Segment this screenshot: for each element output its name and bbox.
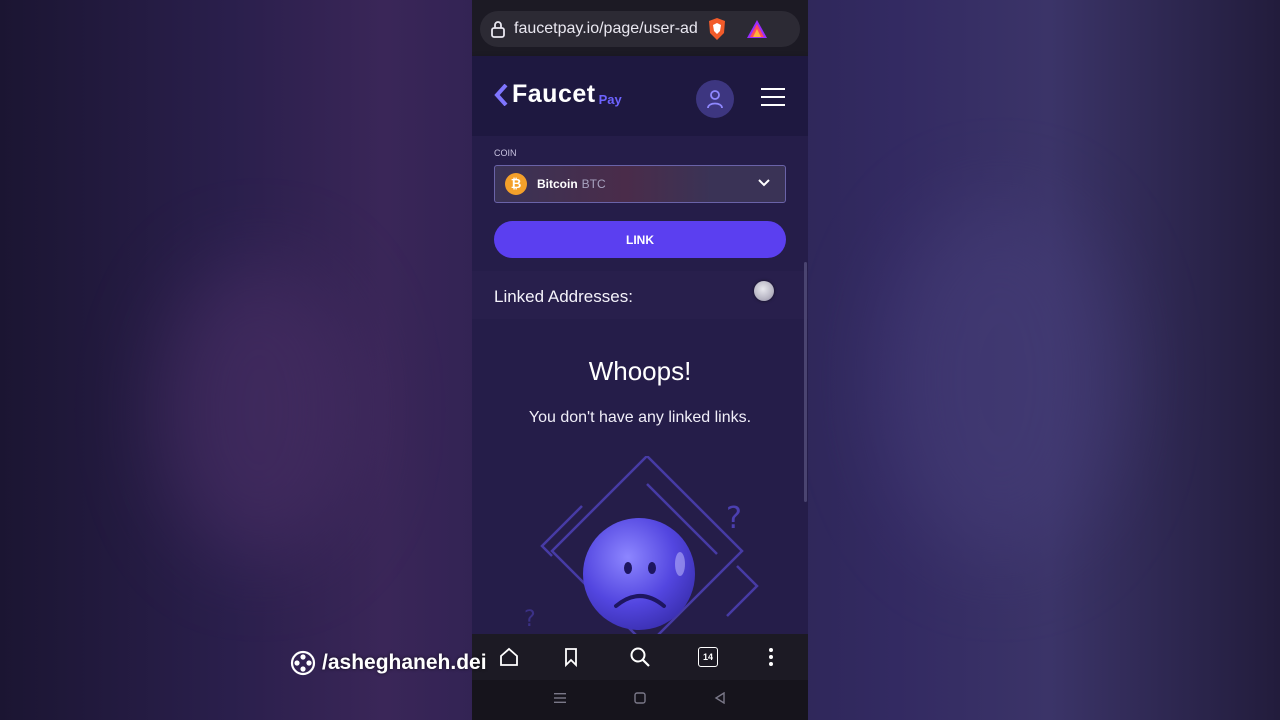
coin-name: Bitcoin bbox=[537, 177, 578, 191]
coin-label: COIN bbox=[494, 148, 517, 158]
coin-select[interactable]: ₿ Bitcoin BTC bbox=[494, 165, 786, 203]
link-button[interactable]: LINK bbox=[494, 221, 786, 258]
lock-icon bbox=[491, 21, 505, 38]
user-icon bbox=[707, 90, 723, 109]
linked-addresses-header: Linked Addresses: bbox=[472, 271, 808, 319]
watermark-text: /asheghaneh.dei bbox=[322, 651, 487, 674]
search-icon[interactable] bbox=[629, 646, 651, 668]
sad-face-illustration: ? ? bbox=[524, 456, 759, 636]
film-reel-icon bbox=[290, 650, 316, 676]
svg-text:?: ? bbox=[726, 501, 742, 536]
chevron-down-icon bbox=[758, 179, 770, 187]
logo-chevron-icon bbox=[494, 84, 508, 106]
hamburger-menu-icon[interactable] bbox=[760, 87, 786, 107]
tabs-button[interactable]: 14 bbox=[698, 647, 718, 667]
background-glow-left bbox=[160, 260, 360, 560]
logo-text: Faucet bbox=[512, 80, 596, 108]
user-account-button[interactable] bbox=[696, 80, 734, 118]
empty-state-message: You don't have any linked links. bbox=[528, 409, 752, 426]
background-glow-right bbox=[880, 200, 1120, 560]
brave-shield-icon[interactable] bbox=[706, 17, 728, 41]
linked-addresses-title: Linked Addresses: bbox=[494, 287, 633, 306]
more-options-icon[interactable] bbox=[760, 646, 782, 668]
browser-url-bar: faucetpay.io/page/user-ad bbox=[472, 0, 808, 56]
recent-apps-icon[interactable] bbox=[554, 692, 566, 704]
home-icon[interactable] bbox=[498, 646, 520, 668]
home-nav-icon[interactable] bbox=[634, 692, 646, 704]
svg-text:?: ? bbox=[524, 607, 536, 632]
touch-indicator bbox=[754, 281, 774, 301]
browser-bottom-toolbar: 14 bbox=[472, 634, 808, 680]
tabs-count: 14 bbox=[702, 652, 713, 662]
logo-subtext: Pay bbox=[598, 92, 622, 107]
url-text: faucetpay.io/page/user-ad bbox=[514, 20, 698, 37]
coin-ticker: BTC bbox=[581, 177, 606, 191]
back-nav-icon[interactable] bbox=[714, 692, 726, 704]
system-navigation-bar bbox=[472, 680, 808, 720]
bitcoin-icon: ₿ bbox=[505, 173, 527, 195]
site-header: Faucet Pay bbox=[472, 56, 808, 136]
empty-state-title: Whoops! bbox=[588, 356, 692, 386]
bookmark-icon[interactable] bbox=[560, 646, 582, 668]
brave-rewards-icon[interactable] bbox=[746, 19, 768, 39]
watermark: /asheghaneh.dei bbox=[290, 650, 487, 676]
main-content: COIN ₿ Bitcoin BTC LINK Linked Addresses… bbox=[472, 136, 808, 636]
address-field[interactable]: faucetpay.io/page/user-ad bbox=[480, 11, 800, 47]
phone-screen: faucetpay.io/page/user-ad Faucet Pay COI… bbox=[472, 0, 808, 720]
faucetpay-logo[interactable]: Faucet Pay bbox=[494, 80, 622, 109]
